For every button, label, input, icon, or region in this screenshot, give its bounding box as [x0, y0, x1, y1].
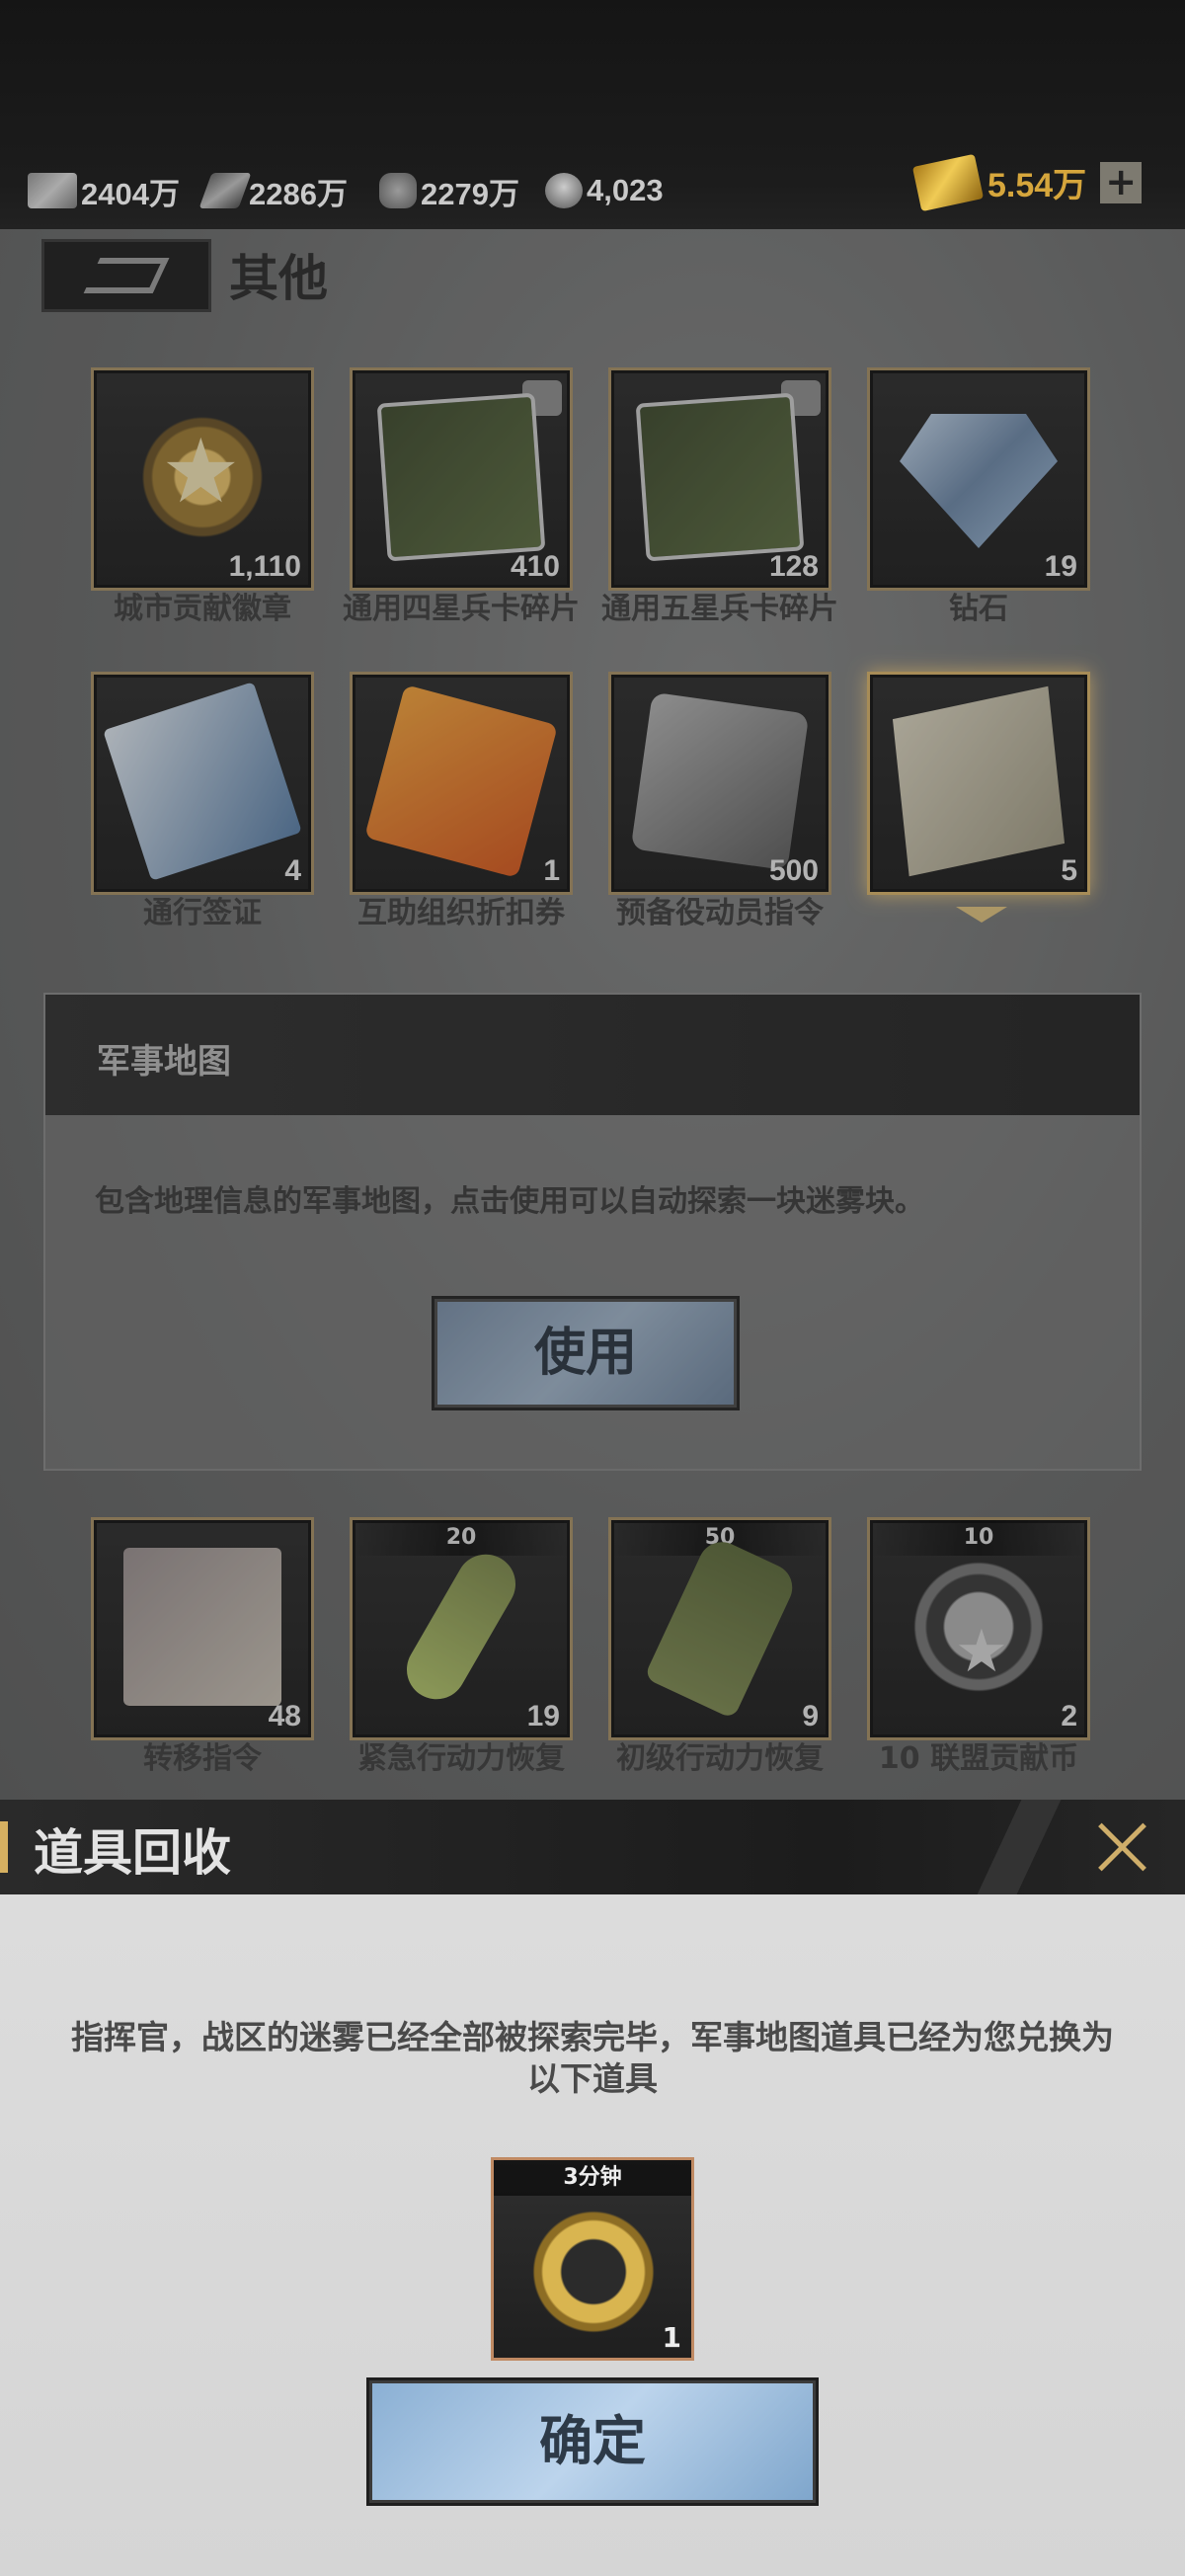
resource-value: 2286万: [249, 176, 348, 211]
alliance-coin-icon: [900, 1548, 1058, 1706]
ticket-icon: [364, 684, 558, 878]
item-card-reserve-order[interactable]: 500: [608, 672, 831, 895]
category-title: 其他: [229, 250, 328, 307]
confirm-button[interactable]: 确定: [369, 2380, 816, 2503]
close-icon[interactable]: [1086, 1811, 1157, 1883]
item-count: 128: [768, 550, 819, 583]
item-card-diamond[interactable]: 19: [867, 367, 1090, 591]
item-count: 19: [526, 1700, 560, 1732]
item-name: 紧急行动力恢复: [357, 1741, 565, 1776]
gold-resource[interactable]: 5.54万 +: [911, 153, 1143, 211]
item-count: 1: [543, 854, 560, 887]
modal-message: 指挥官，战区的迷雾已经全部被探索完毕，军事地图道具已经为您兑换为以下道具: [71, 2018, 1114, 2098]
reward-top-label: 3分钟: [494, 2160, 691, 2196]
resource-bar: 2404万 2286万 2279万 4,023 5.54万 +: [0, 0, 1185, 229]
steel-icon: [198, 173, 252, 208]
item-name: 初级行动力恢复: [616, 1741, 824, 1776]
gold-bar-icon: [911, 153, 985, 211]
vial-icon: [396, 1543, 526, 1711]
item-card-discount-ticket[interactable]: 1: [350, 672, 573, 895]
item-count: 500: [768, 854, 819, 887]
item-name: 通用五星兵卡碎片: [601, 592, 838, 626]
header-divider: [977, 1800, 1062, 1894]
use-button[interactable]: 使用: [434, 1299, 737, 1408]
puzzle-card-icon: [635, 392, 805, 562]
item-card-transfer-order[interactable]: 48: [91, 1517, 314, 1740]
modal-title: 道具回收: [34, 1824, 231, 1882]
resource-steel[interactable]: 2286万: [198, 166, 348, 215]
modal-body: 指挥官，战区的迷雾已经全部被探索完毕，军事地图道具已经为您兑换为以下道具 3分钟…: [0, 1894, 1185, 2576]
item-count: 19: [1044, 550, 1077, 583]
item-name: 转移指令: [143, 1741, 262, 1776]
modal-header: 道具回收: [0, 1800, 1185, 1894]
resource-helmet[interactable]: 4,023: [545, 166, 664, 215]
item-name: 预备役动员指令: [616, 896, 824, 930]
speedup-clock-icon: [519, 2198, 668, 2346]
reserve-order-icon: [630, 691, 810, 871]
detail-header: 军事地图: [45, 995, 1140, 1115]
detail-body: 包含地理信息的军事地图，点击使用可以自动探索一块迷雾块。 使用: [45, 1115, 1140, 1471]
detail-description: 包含地理信息的军事地图，点击使用可以自动探索一块迷雾块。: [95, 1184, 924, 1219]
puzzle-card-icon: [376, 392, 546, 562]
item-name: 10 联盟贡献币: [878, 1741, 1079, 1776]
item-card-4star-fragment[interactable]: 410: [350, 367, 573, 591]
reward-item-card[interactable]: 3分钟 1: [491, 2157, 694, 2361]
gold-value: 5.54万: [988, 167, 1087, 204]
item-card-city-badge[interactable]: 1,110: [91, 367, 314, 591]
add-gold-button[interactable]: +: [1100, 161, 1143, 203]
map-icon: [892, 685, 1066, 877]
item-card-military-map[interactable]: 5: [867, 672, 1090, 895]
resource-oil[interactable]: 2279万: [379, 166, 519, 215]
resource-value: 2279万: [421, 176, 519, 211]
selection-arrow-icon: [956, 907, 1007, 923]
oil-icon: [379, 173, 417, 208]
item-name: 互助组织折扣券: [357, 896, 565, 930]
medal-icon: [123, 398, 281, 556]
item-name: 通用四星兵卡碎片: [343, 592, 580, 626]
detail-title: 军事地图: [97, 1042, 231, 1082]
resource-cash[interactable]: 2404万: [28, 166, 180, 215]
item-name: 钻石: [949, 592, 1008, 626]
item-name: 通行签证: [143, 896, 262, 930]
item-count: 48: [268, 1700, 301, 1732]
item-card-alliance-coin[interactable]: 10 2: [867, 1517, 1090, 1740]
transfer-icon: [123, 1548, 281, 1706]
resource-value: 2404万: [81, 176, 180, 211]
item-card-pass[interactable]: 4: [91, 672, 314, 895]
item-count: 2: [1061, 1700, 1077, 1732]
item-card-emergency-energy[interactable]: 20 19: [350, 1517, 573, 1740]
item-count: 5: [1061, 854, 1077, 887]
item-count: 1,110: [228, 550, 301, 583]
item-detail-panel: 军事地图 包含地理信息的军事地图，点击使用可以自动探索一块迷雾块。 使用: [43, 993, 1142, 1471]
category-icon: [41, 239, 211, 312]
item-count: 4: [284, 854, 301, 887]
item-name: 城市贡献徽章: [114, 592, 291, 626]
pass-icon: [103, 682, 302, 881]
item-card-basic-energy[interactable]: 50 9: [608, 1517, 831, 1740]
reward-count: 1: [662, 2321, 681, 2354]
cash-icon: [28, 173, 77, 208]
diamond-icon: [900, 414, 1058, 548]
item-card-5star-fragment[interactable]: 128: [608, 367, 831, 591]
item-count: 410: [510, 550, 560, 583]
item-count: 9: [802, 1700, 819, 1732]
bottle-icon: [643, 1534, 801, 1720]
resource-value: 4,023: [587, 173, 664, 207]
title-accent: [0, 1821, 8, 1873]
helmet-icon: [545, 173, 583, 208]
item-top-label: 20: [353, 1520, 570, 1556]
